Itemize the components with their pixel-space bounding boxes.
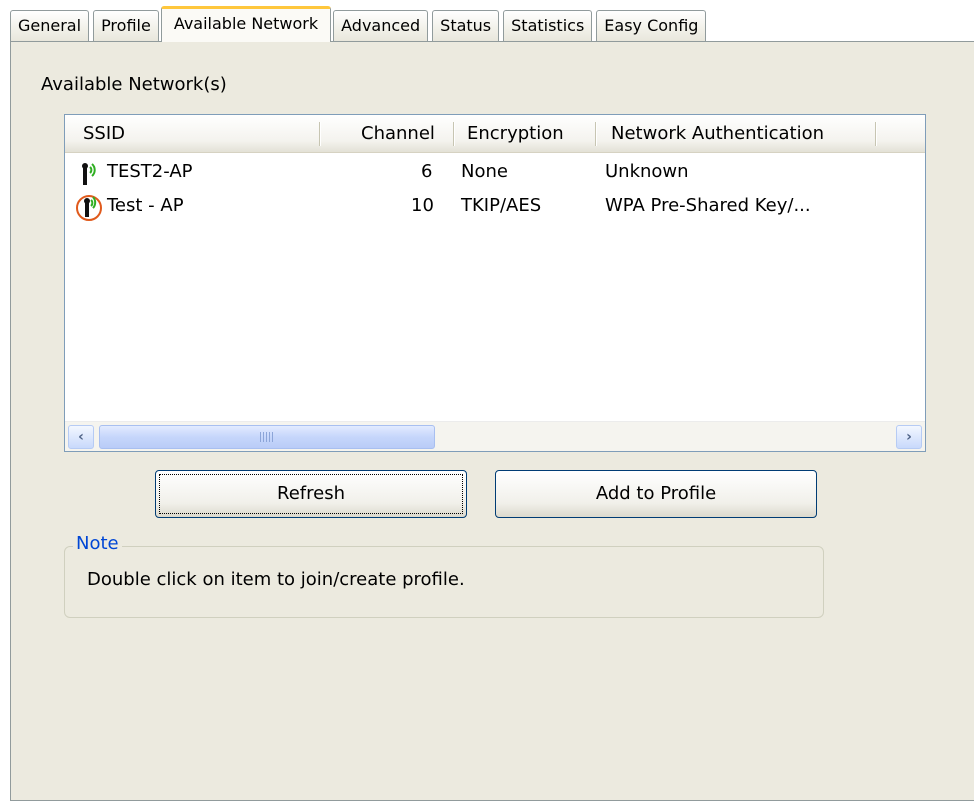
cell-channel: 10 [411,195,434,216]
note-groupbox: Note Double click on item to join/create… [64,533,824,618]
cell-network-authentication: Unknown [605,161,689,182]
refresh-button[interactable]: Refresh [155,470,467,518]
available-networks-label: Available Network(s) [41,74,227,95]
cell-ssid: TEST2-AP [107,161,193,182]
network-list[interactable]: SSID Channel Encryption Network Authenti… [64,114,926,452]
column-header-ssid[interactable]: SSID [83,115,125,153]
column-divider[interactable] [319,122,321,146]
table-row[interactable]: Test - AP 10 TKIP/AES WPA Pre-Shared Key… [65,189,925,223]
note-title: Note [73,533,122,554]
tab-profile[interactable]: Profile [93,10,159,42]
tab-statistics[interactable]: Statistics [503,10,593,42]
tab-strip: General Profile Available Network Advanc… [10,6,710,42]
tab-status[interactable]: Status [432,10,500,42]
column-header-network-authentication[interactable]: Network Authentication [611,115,824,153]
tab-available-network[interactable]: Available Network [160,6,332,42]
scrollbar-thumb[interactable] [99,425,435,449]
scroll-left-button[interactable]: ‹ [68,425,94,449]
list-header: SSID Channel Encryption Network Authenti… [65,115,925,153]
cell-network-authentication: WPA Pre-Shared Key/... [605,195,811,216]
chevron-left-icon: ‹ [78,429,84,445]
chevron-right-icon: › [906,429,912,445]
tab-general[interactable]: General [10,10,90,42]
wifi-connected-icon [76,195,102,221]
column-header-channel[interactable]: Channel [361,115,435,153]
tab-panel: Available Network(s) SSID Channel Encryp… [10,41,974,801]
grip-icon [260,432,274,442]
horizontal-scrollbar[interactable]: ‹ › [65,421,925,451]
column-header-encryption[interactable]: Encryption [467,115,564,153]
cell-encryption: None [461,161,508,182]
cell-ssid: Test - AP [107,195,184,216]
note-text: Double click on item to join/create prof… [87,569,465,590]
wifi-signal-icon [82,163,96,185]
tab-advanced[interactable]: Advanced [333,10,429,42]
cell-channel: 6 [421,161,433,182]
table-row[interactable]: TEST2-AP 6 None Unknown [65,155,925,189]
column-divider[interactable] [875,122,877,146]
add-to-profile-button[interactable]: Add to Profile [495,470,817,518]
column-divider[interactable] [595,122,597,146]
cell-encryption: TKIP/AES [461,195,542,216]
scroll-right-button[interactable]: › [896,425,922,449]
tab-easy-config[interactable]: Easy Config [596,10,707,42]
column-divider[interactable] [453,122,455,146]
